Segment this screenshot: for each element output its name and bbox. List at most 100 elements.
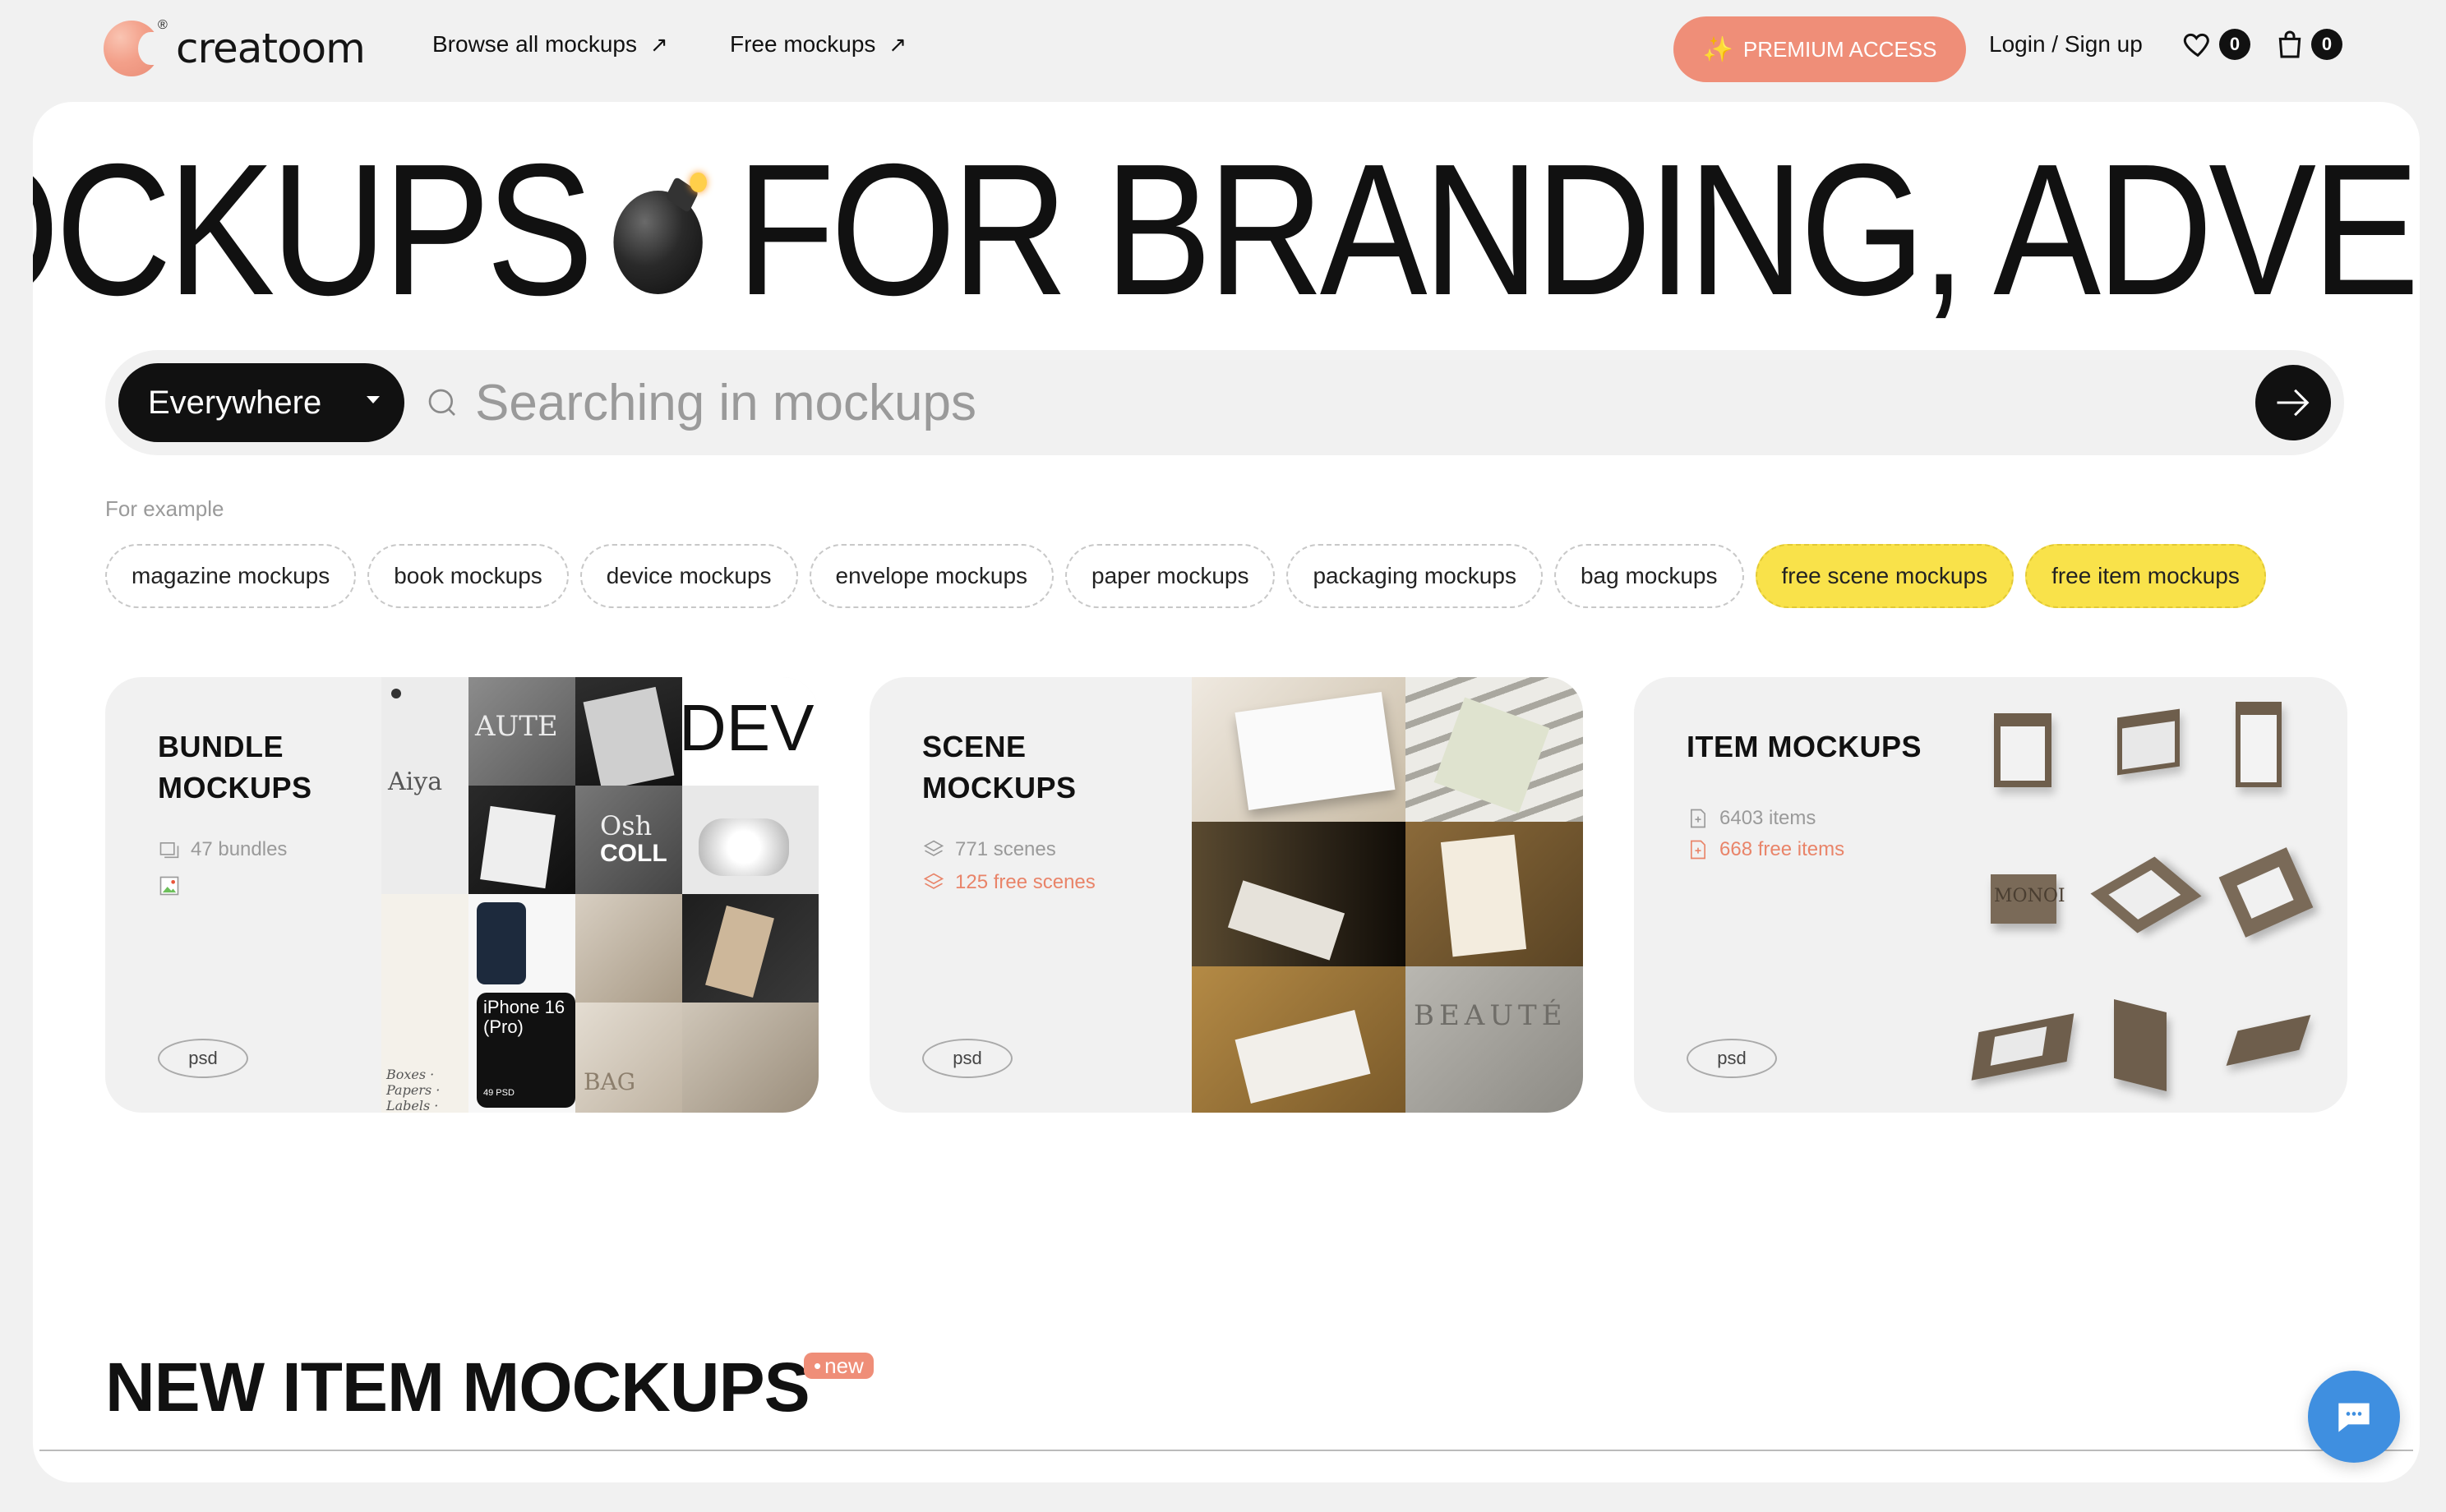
browse-all-label: Browse all mockups xyxy=(432,31,637,57)
thumb-pearls xyxy=(682,786,819,894)
scene-free-count-label: 125 free scenes xyxy=(955,871,1096,893)
thumb-aute-label: AUTE xyxy=(475,710,558,743)
chip-magazine-mockups[interactable]: magazine mockups xyxy=(105,544,357,608)
logo-registered-mark: ® xyxy=(158,18,168,32)
sparkles-icon: ✨ xyxy=(1702,35,1733,63)
chip-device-mockups[interactable]: device mockups xyxy=(579,544,798,608)
bundle-broken-image xyxy=(158,874,181,897)
thumb-beaute-label: BEAUTÉ xyxy=(1414,999,1567,1032)
shopping-bag-icon xyxy=(2278,30,2301,58)
item-card-title: ITEM MOCKUPS xyxy=(1687,730,1922,763)
free-mockups-label: Free mockups xyxy=(730,31,876,57)
thumb-beaute-card: BEAUTÉ xyxy=(1405,966,1583,1113)
search-icon xyxy=(428,389,455,416)
premium-access-button[interactable]: ✨ PREMIUM ACCESS xyxy=(1673,16,1966,82)
scene-mockups-card[interactable]: SCENE MOCKUPS 771 scenes 125 free scenes… xyxy=(870,677,1583,1113)
search-submit-button[interactable] xyxy=(2255,365,2331,440)
bundle-thumbnails: Aiya AUTE DEV Osh COLL Boxes · Papers · … xyxy=(381,677,819,1113)
search-bar: Everywhere xyxy=(105,350,2344,455)
thumb-iphone: iPhone 16 (Pro) 49 PSD xyxy=(468,894,575,1113)
thumb-oshi: Osh COLL xyxy=(575,786,682,894)
hero-marquee: OCKUPS FOR BRANDING, ADVERTIS xyxy=(33,131,2420,329)
thumb-boxes-label: Boxes · Papers · Labels · Bags xyxy=(386,1067,441,1113)
thumb-seashell-card xyxy=(1405,822,1583,966)
format-pill: psd xyxy=(1687,1039,1777,1078)
item-thumb-tall-box xyxy=(2236,702,2282,787)
chip-envelope-mockups[interactable]: envelope mockups xyxy=(809,544,1055,608)
item-file-icon xyxy=(1691,809,1705,828)
brand-name: creatoom xyxy=(176,25,366,72)
bundle-card-title: BUNDLE MOCKUPS xyxy=(158,726,312,809)
thumb-envelopes xyxy=(682,1003,819,1113)
arrow-right-icon xyxy=(2277,389,2310,417)
layers-icon xyxy=(923,840,944,856)
item-mockups-card[interactable]: ITEM MOCKUPS 6403 items 668 free items p… xyxy=(1634,677,2347,1113)
bundle-count: 47 bundles xyxy=(158,838,287,861)
search-scope-dropdown[interactable]: Everywhere xyxy=(118,363,404,442)
favorites-count-badge: 0 xyxy=(2219,29,2250,60)
scene-title-line1: SCENE xyxy=(922,730,1027,763)
thumb-iphone-label: iPhone 16 (Pro) xyxy=(483,997,565,1037)
brand-logo[interactable]: ® creatoom xyxy=(104,18,366,77)
thumb-magazine-open xyxy=(1192,677,1405,822)
favorites-button[interactable]: 0 xyxy=(2181,28,2250,61)
item-thumbnails: MONOI xyxy=(1961,677,2347,1113)
browse-all-mockups-link[interactable]: Browse all mockups ↗ xyxy=(432,31,668,58)
search-input[interactable] xyxy=(475,370,2201,436)
item-thumb-mailer xyxy=(2090,856,2202,933)
broken-image-icon xyxy=(159,876,179,896)
thumb-aute-books xyxy=(575,677,682,786)
scene-card-title: SCENE MOCKUPS xyxy=(922,726,1077,809)
bomb-emoji-icon xyxy=(613,173,712,294)
item-thumb-lid-box xyxy=(2226,1014,2311,1067)
thumb-aute-card: AUTE xyxy=(468,677,575,786)
bundle-count-label: 47 bundles xyxy=(191,838,288,860)
marquee-text-right: FOR BRANDING, ADVERTIS xyxy=(736,131,2420,329)
chip-free-item-mockups[interactable]: free item mockups xyxy=(2025,544,2266,608)
thumb-magazine-chair xyxy=(1192,966,1405,1113)
item-thumb-box-lid xyxy=(2117,708,2180,776)
chip-bag-mockups[interactable]: bag mockups xyxy=(1553,544,1744,608)
item-thumb-flat-box xyxy=(1971,1013,2074,1081)
section-divider xyxy=(39,1450,2413,1451)
thumb-coll-label: COLL xyxy=(600,840,667,867)
thumb-aiya-label: Aiya xyxy=(388,768,443,796)
scene-free-count: 125 free scenes xyxy=(922,871,1096,894)
chat-support-button[interactable] xyxy=(2308,1371,2400,1463)
chip-book-mockups[interactable]: book mockups xyxy=(367,544,569,608)
thumb-oshi-label: Osh xyxy=(600,810,653,841)
login-signup-link[interactable]: Login / Sign up xyxy=(1989,31,2143,58)
bundle-mockups-card[interactable]: BUNDLE MOCKUPS 47 bundles psd Aiya AUTE … xyxy=(105,677,819,1113)
caret-down-icon xyxy=(367,396,380,403)
item-count-label: 6403 items xyxy=(1719,807,1816,829)
scene-count-label: 771 scenes xyxy=(955,838,1056,860)
example-chips: magazine mockups book mockups device moc… xyxy=(105,544,2266,608)
thumb-dev: DEV xyxy=(682,677,819,786)
search-scope-label: Everywhere xyxy=(148,384,322,421)
thumb-aiya: Aiya xyxy=(381,677,468,894)
thumb-logo-paper: Boxes · Papers · Labels · Bags xyxy=(381,894,468,1113)
thumb-monc xyxy=(575,894,682,1003)
new-badge: • new xyxy=(804,1353,874,1379)
scene-count: 771 scenes xyxy=(922,838,1056,861)
top-navigation: ® creatoom Browse all mockups ↗ Free moc… xyxy=(0,0,2446,97)
bundle-title-line1: BUNDLE xyxy=(158,730,284,763)
thumb-dev-label: DEV xyxy=(682,691,815,764)
cart-button[interactable]: 0 xyxy=(2273,28,2342,61)
external-arrow-icon: ↗ xyxy=(649,31,668,57)
format-pill: psd xyxy=(158,1039,248,1078)
chip-free-scene-mockups[interactable]: free scene mockups xyxy=(1755,544,2014,608)
dot-icon: • xyxy=(814,1353,822,1378)
new-item-mockups-heading: NEW ITEM MOCKUPS xyxy=(105,1348,810,1426)
item-file-icon xyxy=(1691,840,1705,860)
chip-paper-mockups[interactable]: paper mockups xyxy=(1065,544,1276,608)
logo-mark-icon xyxy=(104,21,163,76)
free-mockups-link[interactable]: Free mockups ↗ xyxy=(730,31,907,58)
bundle-title-line2: MOCKUPS xyxy=(158,771,312,804)
chip-packaging-mockups[interactable]: packaging mockups xyxy=(1286,544,1543,608)
thumb-tags xyxy=(682,894,819,1003)
for-example-label: For example xyxy=(105,496,224,521)
heart-icon xyxy=(2183,33,2209,58)
marquee-text-left: OCKUPS xyxy=(33,131,593,329)
cart-count-badge: 0 xyxy=(2311,29,2342,60)
